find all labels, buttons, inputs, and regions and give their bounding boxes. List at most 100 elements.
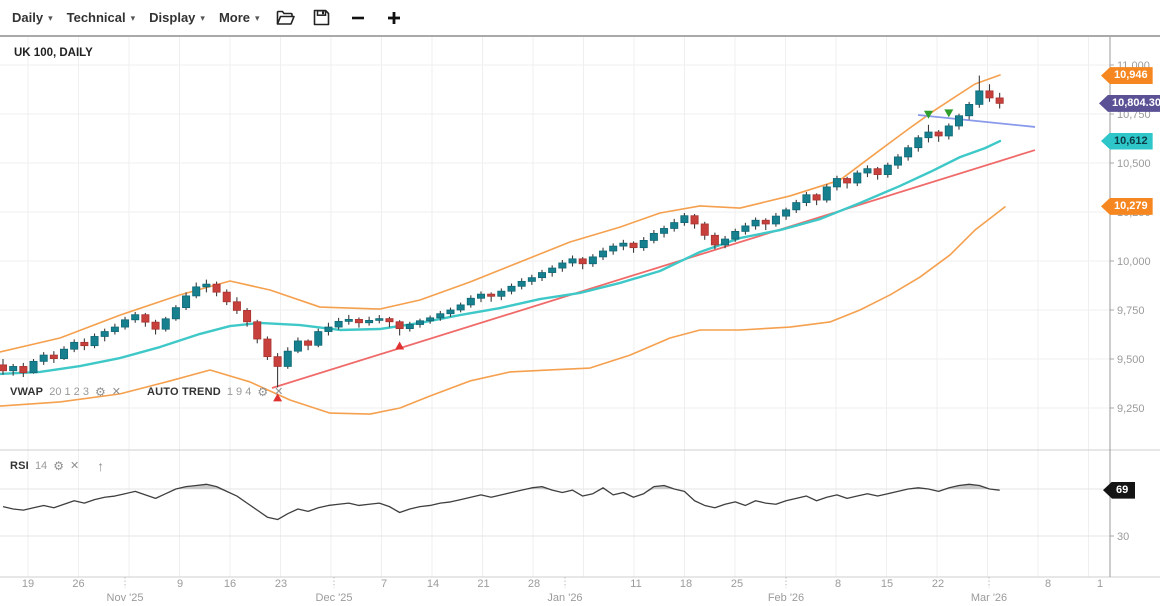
candle-bullish <box>660 228 667 233</box>
candle-bullish <box>681 216 688 223</box>
candle-bullish <box>121 320 128 327</box>
menu-display[interactable]: Display ▾ <box>149 10 205 25</box>
candle-bullish <box>447 310 454 314</box>
menu-more-label: More <box>219 10 250 25</box>
rsi-line <box>3 484 1000 519</box>
x-axis-month-label: Jan '26 <box>547 592 582 604</box>
price-chart-canvas[interactable]: 11,00010,75010,50010,25010,0009,7509,500… <box>0 0 1160 606</box>
candle-bullish <box>742 226 749 231</box>
candle-bearish <box>152 322 159 329</box>
chevron-down-icon: ▾ <box>200 13 205 24</box>
vwap-line <box>0 141 1000 374</box>
candle-bullish <box>111 327 118 332</box>
candle-bullish <box>569 259 576 263</box>
x-axis-day-label: 16 <box>224 578 236 590</box>
auto-trend-params: 1 9 4 <box>227 386 251 398</box>
candle-bullish <box>721 239 728 245</box>
candle-bearish <box>0 365 7 371</box>
menu-display-label: Display <box>149 10 195 25</box>
candle-bearish <box>986 91 993 98</box>
candle-bullish <box>40 355 47 361</box>
candle-bearish <box>142 315 149 322</box>
zoom-in-icon[interactable] <box>384 8 404 28</box>
indicator-legend-rsi: RSI 14 ⚙ ✕ ↑ <box>10 459 104 473</box>
open-folder-icon[interactable] <box>276 8 296 28</box>
candle-bullish <box>518 281 525 286</box>
x-axis-month-label: Nov '25 <box>107 592 144 604</box>
candle-bullish <box>325 327 332 332</box>
candle-bearish <box>243 310 250 321</box>
candle-bullish <box>345 319 352 321</box>
x-axis-day-label: 8 <box>1045 578 1051 590</box>
candle-bullish <box>10 366 17 370</box>
candle-bearish <box>355 319 362 322</box>
x-axis-month-label: Dec '25 <box>316 592 353 604</box>
candle-bullish <box>833 178 840 186</box>
candle-bullish <box>894 157 901 165</box>
candle-bullish <box>966 104 973 115</box>
menu-more[interactable]: More ▾ <box>219 10 260 25</box>
candle-bullish <box>437 314 444 318</box>
candle-bullish <box>294 341 301 351</box>
candle-bearish <box>274 357 281 367</box>
vwap-settings-gear-icon[interactable]: ⚙ <box>95 386 106 398</box>
candle-bearish <box>213 284 220 292</box>
menu-daily[interactable]: Daily ▾ <box>12 10 53 25</box>
rsi-overbought-fill <box>3 484 1000 519</box>
candle-bullish <box>203 284 210 287</box>
save-icon[interactable] <box>312 8 332 28</box>
candle-bullish <box>671 223 678 229</box>
rsi-settings-gear-icon[interactable]: ⚙ <box>53 460 64 472</box>
candle-bearish <box>579 259 586 264</box>
candle-bullish <box>640 240 647 247</box>
candle-bullish <box>549 268 556 273</box>
price-axis-label: 10,000 <box>1117 256 1151 268</box>
x-axis-month-label: Mar '26 <box>971 592 1007 604</box>
price-badge-band-lower: 10,279 <box>1101 198 1153 215</box>
price-axis-label: 9,250 <box>1117 403 1145 415</box>
x-axis-day-label: 1 <box>1097 578 1103 590</box>
zoom-out-icon[interactable] <box>348 8 368 28</box>
candle-bullish <box>884 165 891 174</box>
vwap-remove-icon[interactable]: ✕ <box>112 387 121 398</box>
candle-bullish <box>905 148 912 157</box>
sell-signal-triangle-icon <box>944 109 953 117</box>
candle-bullish <box>162 319 169 329</box>
auto-trend-remove-icon[interactable]: ✕ <box>274 387 283 398</box>
x-axis-day-label: 11 <box>630 578 641 590</box>
price-badge-band-upper: 10,946 <box>1101 67 1153 84</box>
auto-trend-settings-gear-icon[interactable]: ⚙ <box>257 386 268 398</box>
x-axis-month-label: Feb '26 <box>768 592 804 604</box>
candle-bullish <box>823 187 830 200</box>
candle-bullish <box>427 318 434 321</box>
candle-bullish <box>284 351 291 366</box>
rsi-label: RSI <box>10 460 29 472</box>
x-axis-day-label: 26 <box>72 578 84 590</box>
chart-app: Daily ▾ Technical ▾ Display ▾ More ▾ <box>0 0 1160 606</box>
chevron-down-icon: ▾ <box>131 13 136 24</box>
candle-bearish <box>874 169 881 175</box>
candle-bullish <box>772 216 779 224</box>
candle-bullish <box>315 332 322 346</box>
candle-bullish <box>620 243 627 246</box>
candle-bullish <box>477 294 484 298</box>
candle-bearish <box>844 178 851 183</box>
candle-bearish <box>223 292 230 302</box>
menu-technical[interactable]: Technical ▾ <box>67 10 136 25</box>
indicator-legend-main: VWAP 20 1 2 3 ⚙ ✕ AUTO TREND 1 9 4 ⚙ ✕ <box>10 386 283 398</box>
price-axis-label: 9,500 <box>1117 354 1145 366</box>
x-axis-day-label: 22 <box>932 578 944 590</box>
candle-bullish <box>854 173 861 183</box>
candle-bullish <box>335 321 342 327</box>
rsi-remove-icon[interactable]: ✕ <box>70 461 79 472</box>
candle-bullish <box>955 116 962 126</box>
x-axis-day-label: 14 <box>427 578 439 590</box>
candle-bullish <box>610 246 617 251</box>
price-axis-label: 10,500 <box>1117 158 1151 170</box>
x-axis-day-label: 19 <box>22 578 34 590</box>
candle-bullish <box>925 132 932 138</box>
candle-bearish <box>762 220 769 224</box>
candle-bullish <box>915 138 922 148</box>
candle-bullish <box>71 342 78 349</box>
rsi-move-up-arrow-icon[interactable]: ↑ <box>97 459 104 473</box>
